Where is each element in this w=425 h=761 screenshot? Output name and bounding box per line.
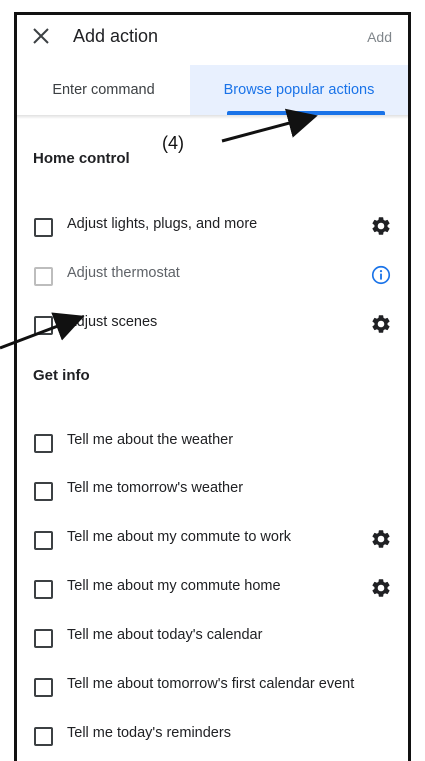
list-item: Adjust thermostat xyxy=(17,256,408,296)
checkbox[interactable] xyxy=(34,727,53,746)
list-item[interactable]: Tell me today's reminders xyxy=(17,716,408,756)
checkbox[interactable] xyxy=(34,434,53,453)
checkbox[interactable] xyxy=(34,629,53,648)
list-item[interactable]: Tell me about my commute home xyxy=(17,569,408,609)
close-icon[interactable] xyxy=(31,26,51,46)
list-item[interactable]: Adjust scenes xyxy=(17,305,408,345)
gear-icon[interactable] xyxy=(370,313,392,335)
list-item-label: Tell me about today's calendar xyxy=(67,627,263,643)
list-item[interactable]: Tell me about the weather xyxy=(17,423,408,463)
list-item[interactable]: Tell me about my commute to work xyxy=(17,520,408,560)
list-item-label: Tell me about tomorrow's first calendar … xyxy=(67,676,355,692)
list-item[interactable]: Tell me tomorrow's weather xyxy=(17,471,408,511)
list-item-label: Adjust lights, plugs, and more xyxy=(67,216,258,232)
list-item-label: Tell me about the weather xyxy=(67,432,234,448)
list-item[interactable]: Tell me about tomorrow's first calendar … xyxy=(17,667,408,707)
tab-enter-command[interactable]: Enter command xyxy=(17,65,190,115)
list-item[interactable]: Adjust lights, plugs, and more xyxy=(17,207,408,247)
checkbox[interactable] xyxy=(34,531,53,550)
checkbox[interactable] xyxy=(34,580,53,599)
tab-browse-popular-actions[interactable]: Browse popular actions xyxy=(190,65,408,115)
gear-icon[interactable] xyxy=(370,215,392,237)
checkbox[interactable] xyxy=(34,482,53,501)
checkbox[interactable] xyxy=(34,218,53,237)
list-item-label: Tell me today's reminders xyxy=(67,725,231,741)
top-app-bar: Add action Add xyxy=(17,15,408,61)
section-title: Home control xyxy=(33,150,130,167)
checkbox[interactable] xyxy=(34,316,53,335)
add-button[interactable]: Add xyxy=(367,29,392,45)
tab-bar: Enter command Browse popular actions xyxy=(17,65,408,115)
tab-bar-divider xyxy=(17,115,408,119)
list-item[interactable]: Tell me about today's calendar xyxy=(17,618,408,658)
section-title: Get info xyxy=(33,367,90,384)
list-item-label: Adjust scenes xyxy=(67,314,158,330)
checkbox xyxy=(34,267,53,286)
list-item-label: Adjust thermostat xyxy=(67,265,180,281)
info-icon[interactable] xyxy=(370,264,392,286)
checkbox[interactable] xyxy=(34,678,53,697)
dialog-frame: Add action Add Enter command Browse popu… xyxy=(14,12,411,761)
gear-icon[interactable] xyxy=(370,577,392,599)
list-item-label: Tell me about my commute home xyxy=(67,578,281,594)
list-item-label: Tell me about my commute to work xyxy=(67,529,292,545)
step-annotation-label: (4) xyxy=(162,133,184,153)
page-title: Add action xyxy=(73,26,159,46)
gear-icon[interactable] xyxy=(370,528,392,550)
list-item-label: Tell me tomorrow's weather xyxy=(67,480,244,496)
